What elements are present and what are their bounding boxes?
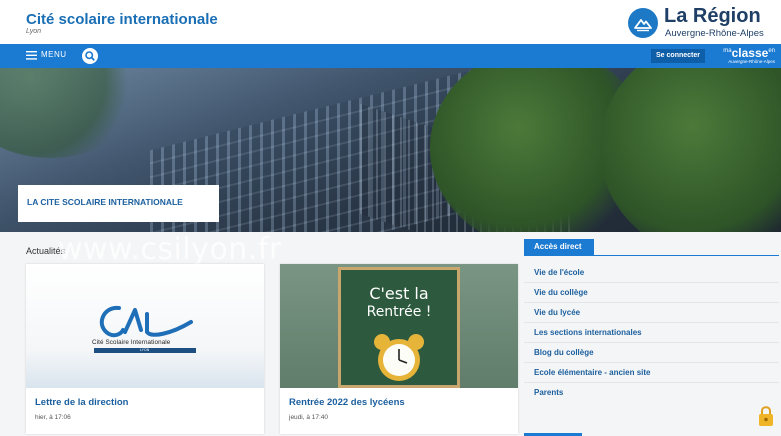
menu-label: MENU (41, 50, 67, 59)
hero-tree-image (0, 68, 140, 158)
region-subtitle: Auvergne-Rhône-Alpes (665, 28, 764, 39)
access-link-sections[interactable]: Les sections internationales (524, 323, 779, 343)
alarm-clock-icon (374, 334, 424, 381)
hamburger-icon (26, 51, 37, 60)
access-divider (524, 255, 779, 256)
access-heading: Accès direct (524, 239, 594, 255)
news-card-date: jeudi, à 17:40 (289, 414, 329, 421)
login-button[interactable]: Se connecter (651, 49, 705, 63)
news-card-image: Cité Scolaire Internationale LYON (26, 264, 264, 388)
chalkboard-image: C'est la Rentrée ! (338, 267, 460, 388)
access-link-ecole-elementaire[interactable]: Ecole élémentaire - ancien site (524, 363, 779, 383)
access-link-vie-ecole[interactable]: Vie de l'école (524, 263, 779, 283)
csi-logo-text: Cité Scolaire Internationale (92, 339, 171, 346)
hero-banner: LA CITE SCOLAIRE INTERNATIONALE (0, 68, 781, 232)
site-title[interactable]: Cité scolaire internationale (26, 11, 218, 28)
watermark-text: www.csilyon.fr (58, 232, 282, 267)
csi-logo-bar: LYON (94, 348, 196, 353)
search-icon (85, 51, 95, 61)
search-button[interactable] (82, 48, 98, 64)
maclasse-region: Auvergne-Rhône-Alpes (728, 59, 775, 64)
maclasse-link[interactable]: maclasseen Auvergne-Rhône-Alpes (711, 46, 775, 66)
region-name: La Région (664, 5, 761, 27)
site-subtitle: Lyon (26, 28, 42, 35)
news-card[interactable]: Cité Scolaire Internationale LYON Lettre… (26, 264, 264, 434)
chalkboard-text: Rentrée ! (366, 304, 432, 320)
chalkboard-text: C'est la (369, 284, 429, 303)
access-link-parents[interactable]: Parents (524, 383, 779, 403)
hero-tree-image (600, 68, 781, 232)
news-card-date: hier, à 17:06 (35, 414, 71, 421)
news-card-title[interactable]: Lettre de la direction (35, 397, 128, 408)
main-navbar: MENU Se connecter maclasseen Auvergne-Rh… (0, 44, 781, 68)
news-card-title[interactable]: Rentrée 2022 des lycéens (289, 397, 405, 408)
hero-caption-text: LA CITE SCOLAIRE INTERNATIONALE (27, 197, 183, 207)
news-card[interactable]: C'est la Rentrée ! Rentrée 2022 des lycé… (280, 264, 518, 434)
access-link-vie-lycee[interactable]: Vie du lycée (524, 303, 779, 323)
access-link-vie-college[interactable]: Vie du collège (524, 283, 779, 303)
lock-icon[interactable] (757, 404, 775, 428)
page: Cité scolaire internationale Lyon La Rég… (0, 0, 781, 436)
maclasse-logo: maclasseen (723, 46, 775, 60)
region-mountain-icon (628, 8, 658, 38)
site-header: Cité scolaire internationale Lyon La Rég… (0, 0, 781, 44)
access-link-blog-college[interactable]: Blog du collège (524, 343, 779, 363)
region-logo[interactable]: La Région Auvergne-Rhône-Alpes (628, 5, 778, 41)
news-card-image: C'est la Rentrée ! (280, 264, 518, 388)
hero-caption[interactable]: LA CITE SCOLAIRE INTERNATIONALE (18, 185, 219, 222)
